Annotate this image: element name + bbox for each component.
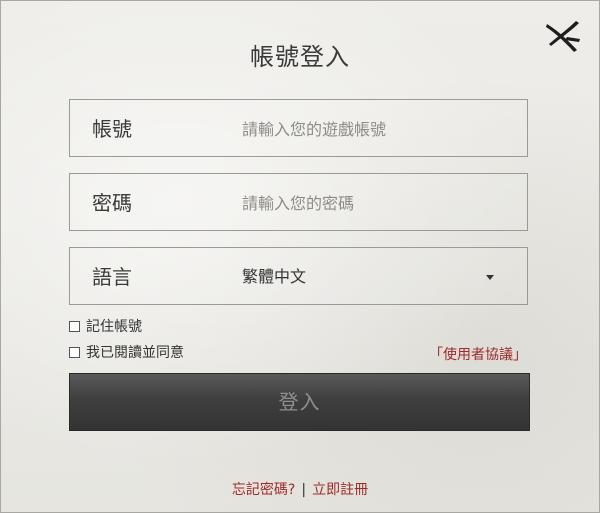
remember-account-label: 記住帳號 xyxy=(86,319,142,335)
agree-terms-label: 我已閱讀並同意 xyxy=(86,345,184,361)
remember-account-checkbox[interactable] xyxy=(69,320,80,332)
password-field: 密碼 xyxy=(69,173,528,231)
remember-account-row[interactable]: 記住帳號 xyxy=(69,317,142,335)
agree-terms-row[interactable]: 我已閱讀並同意 xyxy=(69,343,184,361)
link-separator: | xyxy=(301,482,307,498)
agree-terms-checkbox[interactable] xyxy=(69,346,80,358)
account-input[interactable] xyxy=(242,114,512,144)
account-field: 帳號 xyxy=(69,99,528,157)
register-link[interactable]: 立即註冊 xyxy=(312,482,368,498)
forgot-password-link[interactable]: 忘記密碼? xyxy=(232,482,295,498)
login-dialog: 帳號登入 帳號 密碼 語言 繁體中文 記住帳號 我已閱讀並同意 「使用者協議」 … xyxy=(0,0,600,513)
account-label: 帳號 xyxy=(92,117,132,141)
login-button[interactable]: 登入 xyxy=(69,373,530,431)
language-label: 語言 xyxy=(92,265,132,289)
page-title: 帳號登入 xyxy=(250,43,350,71)
password-label: 密碼 xyxy=(92,191,132,215)
terms-link[interactable]: 「使用者協議」 xyxy=(429,344,527,364)
language-value: 繁體中文 xyxy=(242,267,307,286)
bottom-links: 忘記密碼? | 立即註冊 xyxy=(1,479,599,499)
caret-down-icon xyxy=(486,275,494,280)
password-input[interactable] xyxy=(242,188,512,218)
language-select[interactable]: 語言 繁體中文 xyxy=(69,247,528,305)
